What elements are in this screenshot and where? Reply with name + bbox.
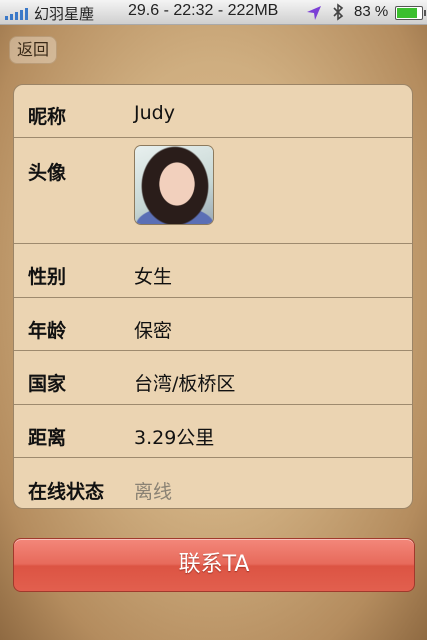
gender-value: 女生 bbox=[134, 266, 173, 288]
row-age: 年龄 保密 bbox=[14, 298, 412, 351]
age-label: 年龄 bbox=[28, 320, 67, 342]
nickname-value: Judy bbox=[134, 102, 175, 124]
row-gender: 性别 女生 bbox=[14, 244, 412, 298]
row-country: 国家 台湾/板桥区 bbox=[14, 351, 412, 405]
status-clock: 29.6 - 22:32 - 222MB bbox=[128, 2, 279, 19]
carrier-name: 幻羽星塵 bbox=[34, 6, 95, 23]
age-value: 保密 bbox=[134, 320, 173, 342]
back-button[interactable]: 返回 bbox=[9, 36, 57, 64]
row-distance: 距离 3.29公里 bbox=[14, 405, 412, 458]
gender-label: 性别 bbox=[28, 266, 67, 288]
online-status-value: 离线 bbox=[134, 481, 173, 503]
avatar-label: 头像 bbox=[28, 162, 67, 184]
location-arrow-icon bbox=[307, 6, 321, 20]
nickname-label: 昵称 bbox=[28, 106, 67, 128]
signal-icon bbox=[5, 6, 29, 20]
distance-label: 距离 bbox=[28, 427, 67, 449]
battery-percent: 83 % bbox=[354, 3, 389, 20]
row-nickname: 昵称 Judy bbox=[14, 85, 412, 138]
online-status-label: 在线状态 bbox=[28, 481, 105, 503]
status-bar: 幻羽星塵 29.6 - 22:32 - 222MB 83 % bbox=[0, 0, 427, 25]
distance-value: 3.29公里 bbox=[134, 427, 215, 449]
row-online-status: 在线状态 离线 bbox=[14, 458, 412, 508]
contact-button[interactable]: 联系TA bbox=[13, 538, 415, 592]
profile-panel: 昵称 Judy 头像 性别 女生 年龄 保密 国家 台湾/板桥区 距离 3.29… bbox=[13, 84, 413, 509]
row-avatar: 头像 bbox=[14, 138, 412, 244]
avatar[interactable] bbox=[135, 146, 213, 224]
country-label: 国家 bbox=[28, 373, 67, 395]
bluetooth-icon bbox=[333, 3, 344, 21]
country-value: 台湾/板桥区 bbox=[134, 373, 236, 395]
battery-icon bbox=[395, 6, 426, 20]
